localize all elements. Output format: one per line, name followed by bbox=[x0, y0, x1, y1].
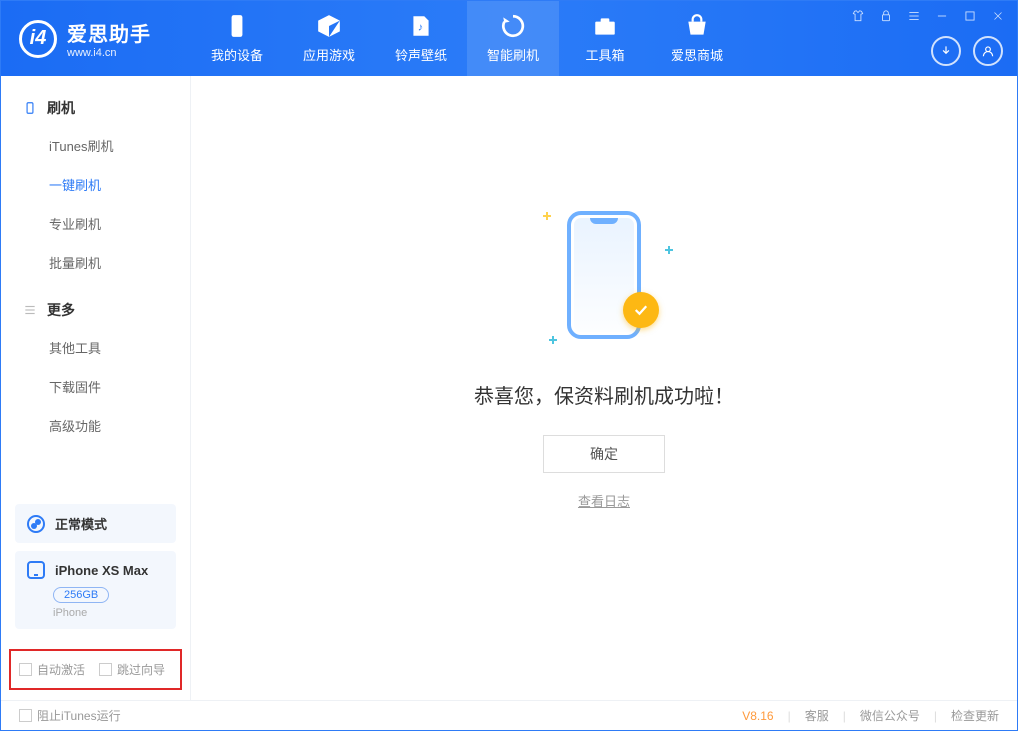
main-content: 恭喜您，保资料刷机成功啦！ 确定 查看日志 bbox=[191, 76, 1017, 700]
download-circle-icon[interactable] bbox=[931, 36, 961, 66]
user-circle-icon[interactable] bbox=[973, 36, 1003, 66]
store-icon bbox=[684, 13, 710, 39]
sidebar-group-header-flash: 刷机 bbox=[1, 90, 190, 126]
success-message: 恭喜您，保资料刷机成功啦！ bbox=[474, 380, 734, 409]
app-header: i4 爱思助手 www.i4.cn 我的设备 应用游戏 ♪ 铃声壁纸 智能刷机 … bbox=[1, 1, 1017, 76]
app-body: 刷机 iTunes刷机 一键刷机 专业刷机 批量刷机 更多 其他工具 下载固件 … bbox=[1, 76, 1017, 700]
mode-label: 正常模式 bbox=[55, 514, 107, 533]
nav-tab-label: 应用游戏 bbox=[303, 45, 355, 64]
divider: | bbox=[788, 709, 791, 723]
minimize-icon[interactable] bbox=[933, 7, 951, 25]
device-card[interactable]: iPhone XS Max 256GB iPhone bbox=[15, 551, 176, 629]
close-icon[interactable] bbox=[989, 7, 1007, 25]
shirt-icon[interactable] bbox=[849, 7, 867, 25]
checkbox-box-icon bbox=[99, 663, 112, 676]
checkbox-box-icon bbox=[19, 663, 32, 676]
checkbox-auto-activate[interactable]: 自动激活 bbox=[19, 661, 85, 678]
nav-tab-store[interactable]: 爱思商城 bbox=[651, 1, 743, 76]
divider: | bbox=[843, 709, 846, 723]
device-type: iPhone bbox=[53, 607, 164, 619]
nav-tab-apps[interactable]: 应用游戏 bbox=[283, 1, 375, 76]
sidebar: 刷机 iTunes刷机 一键刷机 专业刷机 批量刷机 更多 其他工具 下载固件 … bbox=[1, 76, 191, 700]
nav-tab-label: 铃声壁纸 bbox=[395, 45, 447, 64]
list-small-icon bbox=[23, 303, 37, 317]
titlebar-controls bbox=[849, 7, 1007, 25]
cube-icon bbox=[316, 13, 342, 39]
menu-icon[interactable] bbox=[905, 7, 923, 25]
logo-area: i4 爱思助手 www.i4.cn bbox=[1, 18, 191, 59]
nav-tab-label: 爱思商城 bbox=[671, 45, 723, 64]
footer-right: V8.16 | 客服 | 微信公众号 | 检查更新 bbox=[742, 707, 999, 724]
nav-tab-my-device[interactable]: 我的设备 bbox=[191, 1, 283, 76]
app-subtitle: www.i4.cn bbox=[67, 47, 151, 59]
sidebar-group-title: 刷机 bbox=[47, 98, 75, 118]
ok-button[interactable]: 确定 bbox=[543, 435, 665, 473]
device-small-icon bbox=[27, 561, 45, 579]
footer-link-support[interactable]: 客服 bbox=[805, 707, 829, 724]
view-log-link[interactable]: 查看日志 bbox=[578, 491, 630, 510]
checkbox-block-itunes[interactable]: 阻止iTunes运行 bbox=[19, 707, 121, 724]
mode-card[interactable]: 正常模式 bbox=[15, 504, 176, 543]
sidebar-group-header-more: 更多 bbox=[1, 292, 190, 328]
sparkle-icon bbox=[543, 212, 551, 220]
header-action-circles bbox=[931, 36, 1003, 66]
sidebar-item-pro-flash[interactable]: 专业刷机 bbox=[1, 204, 190, 243]
checkbox-label: 自动激活 bbox=[37, 661, 85, 678]
sidebar-item-download-firmware[interactable]: 下载固件 bbox=[1, 367, 190, 406]
nav-tab-label: 我的设备 bbox=[211, 45, 263, 64]
device-card-header: iPhone XS Max bbox=[27, 561, 164, 579]
device-name: iPhone XS Max bbox=[55, 563, 148, 578]
svg-text:♪: ♪ bbox=[418, 21, 423, 33]
logo-text: 爱思助手 www.i4.cn bbox=[67, 18, 151, 59]
sparkle-icon bbox=[665, 246, 673, 254]
footer-link-update[interactable]: 检查更新 bbox=[951, 707, 999, 724]
mode-icon bbox=[27, 515, 45, 533]
success-illustration bbox=[529, 206, 679, 356]
sidebar-scroll: 刷机 iTunes刷机 一键刷机 专业刷机 批量刷机 更多 其他工具 下载固件 … bbox=[1, 76, 190, 496]
status-bar: 阻止iTunes运行 V8.16 | 客服 | 微信公众号 | 检查更新 bbox=[1, 700, 1017, 730]
app-logo-icon: i4 bbox=[19, 20, 57, 58]
device-icon bbox=[224, 13, 250, 39]
sidebar-item-itunes-flash[interactable]: iTunes刷机 bbox=[1, 126, 190, 165]
refresh-shield-icon bbox=[500, 13, 526, 39]
sidebar-item-batch-flash[interactable]: 批量刷机 bbox=[1, 243, 190, 282]
checkbox-label: 跳过向导 bbox=[117, 661, 165, 678]
version-label: V8.16 bbox=[742, 709, 773, 723]
phone-small-icon bbox=[23, 101, 37, 115]
sidebar-group-more: 更多 其他工具 下载固件 高级功能 bbox=[1, 292, 190, 445]
sidebar-item-oneclick-flash[interactable]: 一键刷机 bbox=[1, 165, 190, 204]
nav-tab-label: 智能刷机 bbox=[487, 45, 539, 64]
sparkle-icon bbox=[549, 336, 557, 344]
checkbox-skip-guide[interactable]: 跳过向导 bbox=[99, 661, 165, 678]
music-file-icon: ♪ bbox=[408, 13, 434, 39]
highlighted-checkbox-row: 自动激活 跳过向导 bbox=[9, 649, 182, 690]
nav-tab-ringtones[interactable]: ♪ 铃声壁纸 bbox=[375, 1, 467, 76]
nav-tab-toolbox[interactable]: 工具箱 bbox=[559, 1, 651, 76]
maximize-icon[interactable] bbox=[961, 7, 979, 25]
nav-tab-flash[interactable]: 智能刷机 bbox=[467, 1, 559, 76]
storage-pill: 256GB bbox=[53, 587, 109, 603]
sidebar-item-advanced[interactable]: 高级功能 bbox=[1, 406, 190, 445]
divider: | bbox=[934, 709, 937, 723]
checkbox-box-icon bbox=[19, 709, 32, 722]
footer-link-wechat[interactable]: 微信公众号 bbox=[860, 707, 920, 724]
success-check-icon bbox=[623, 292, 659, 328]
lock-icon[interactable] bbox=[877, 7, 895, 25]
sidebar-item-other-tools[interactable]: 其他工具 bbox=[1, 328, 190, 367]
toolbox-icon bbox=[592, 13, 618, 39]
app-title: 爱思助手 bbox=[67, 18, 151, 47]
sidebar-group-flash: 刷机 iTunes刷机 一键刷机 专业刷机 批量刷机 bbox=[1, 90, 190, 282]
sidebar-group-title: 更多 bbox=[47, 300, 75, 320]
nav-tab-label: 工具箱 bbox=[585, 45, 624, 64]
nav-tabs: 我的设备 应用游戏 ♪ 铃声壁纸 智能刷机 工具箱 爱思商城 bbox=[191, 1, 743, 76]
checkbox-label: 阻止iTunes运行 bbox=[37, 707, 121, 724]
